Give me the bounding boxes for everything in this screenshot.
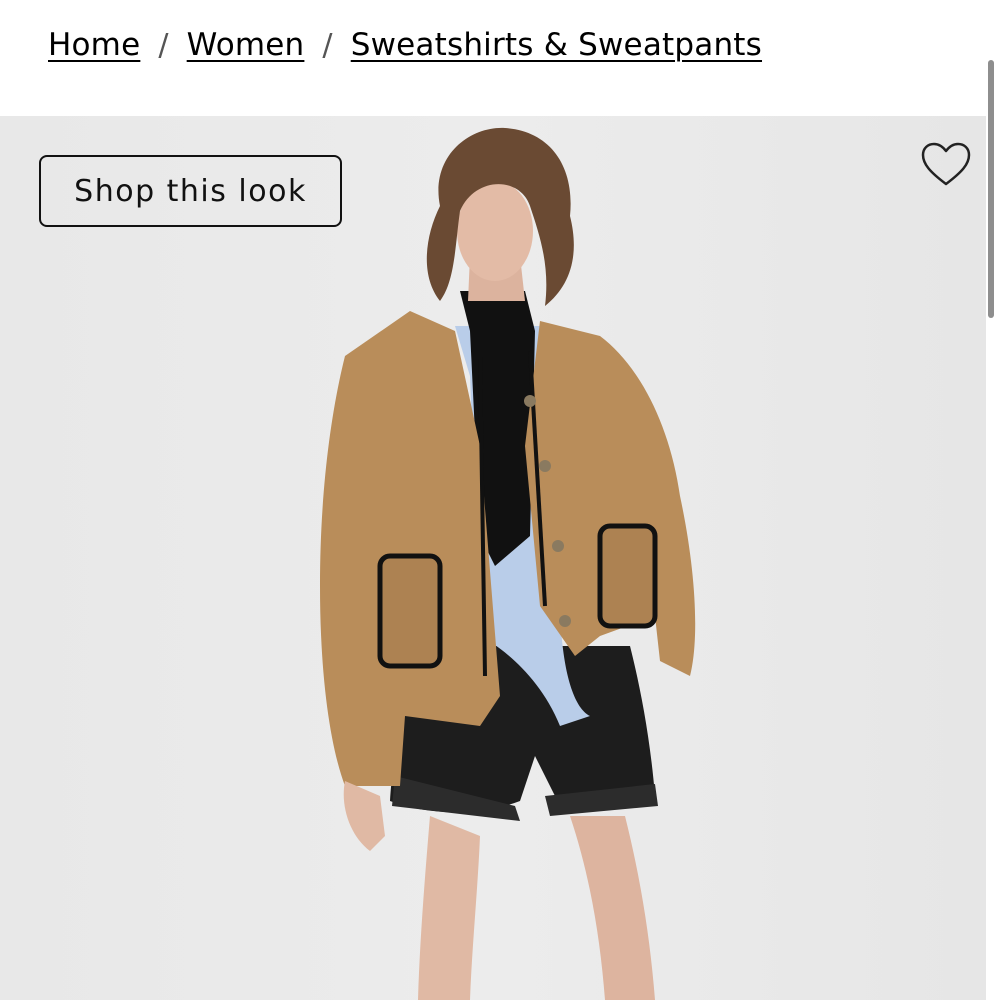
breadcrumb-separator: / <box>158 27 169 63</box>
product-hero-image: Shop this look <box>0 116 986 1000</box>
heart-outline-icon[interactable] <box>920 142 972 188</box>
breadcrumb: Home / Women / Sweatshirts & Sweatpants <box>48 22 762 68</box>
page-scrollbar[interactable] <box>988 60 994 318</box>
breadcrumb-women-link[interactable]: Women <box>187 27 305 63</box>
breadcrumb-sweatshirts-link[interactable]: Sweatshirts & Sweatpants <box>351 27 762 63</box>
model-image <box>320 127 696 1000</box>
breadcrumb-home-link[interactable]: Home <box>48 27 140 63</box>
breadcrumb-separator: / <box>322 27 333 63</box>
shop-this-look-button[interactable]: Shop this look <box>39 155 342 227</box>
